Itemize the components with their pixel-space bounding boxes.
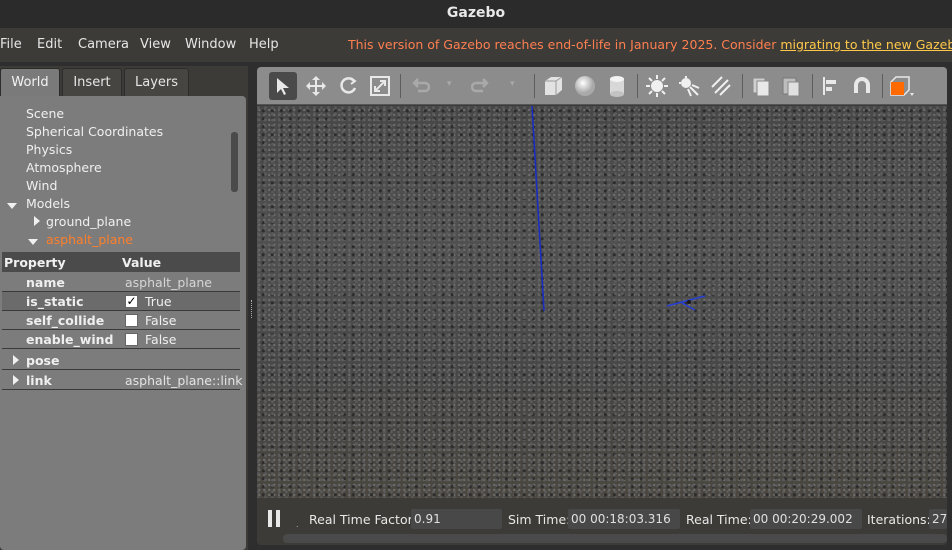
status-scrollbar[interactable] — [283, 534, 947, 543]
undo-dropdown-icon[interactable]: ▾ — [447, 79, 452, 89]
tree-item-models[interactable]: Models — [26, 196, 70, 211]
property-table-header: Property Value — [2, 252, 240, 272]
link-expand-icon[interactable] — [13, 375, 19, 385]
redo-icon[interactable] — [468, 72, 496, 100]
tree-item-asphalt-plane[interactable]: asphalt_plane — [46, 232, 133, 247]
tab-world[interactable]: World — [0, 68, 60, 97]
tree-item-atmosphere[interactable]: Atmosphere — [26, 160, 102, 175]
sim-time-field: 00 00:18:03.316 — [568, 509, 680, 529]
pause-bar — [276, 510, 280, 527]
tree-item-spherical-coordinates[interactable]: Spherical Coordinates — [26, 124, 163, 139]
value-column-header: Value — [122, 255, 162, 270]
row-divider — [2, 369, 240, 370]
tab-layers[interactable]: Layers — [124, 68, 189, 97]
tree-item-scene[interactable]: Scene — [26, 106, 64, 121]
is-static-checkbox[interactable]: ✓ — [125, 295, 138, 308]
property-key: pose — [26, 353, 60, 368]
align-icon[interactable] — [817, 72, 845, 100]
translate-icon[interactable] — [302, 72, 330, 100]
window-title: Gazebo — [0, 0, 952, 28]
scale-icon[interactable] — [366, 72, 394, 100]
property-row-self-collide: self_collide False — [2, 311, 240, 330]
property-key: is_static — [26, 294, 84, 309]
asphalt-scene[interactable] — [257, 106, 947, 498]
iterations-field: 27 — [929, 509, 947, 529]
property-value: False — [145, 313, 177, 328]
eol-notice: This version of Gazebo reaches end-of-li… — [348, 37, 952, 52]
sim-time-label: Sim Time: — [508, 512, 571, 527]
property-key: link — [26, 373, 52, 388]
property-row-is-static: is_static ✓ True — [2, 292, 240, 311]
property-value: False — [145, 332, 177, 347]
property-group-link[interactable]: link asphalt_plane::link — [2, 371, 243, 390]
enable-wind-checkbox[interactable] — [125, 333, 138, 346]
toolbar-separator — [637, 74, 638, 98]
toolbar-separator — [534, 74, 535, 98]
property-key: enable_wind — [26, 332, 114, 347]
menu-edit[interactable]: Edit — [37, 37, 62, 52]
property-value[interactable]: asphalt_plane — [125, 275, 212, 290]
property-group-pose[interactable]: pose — [2, 351, 240, 370]
real-time-factor-label: Real Time Factor: — [309, 512, 417, 527]
menu-file[interactable]: File — [0, 37, 22, 52]
property-value: True — [145, 294, 172, 309]
select-arrow-icon[interactable] — [269, 72, 297, 100]
render-viewport: ▾ ▾ — [257, 67, 947, 545]
menubar: File Edit Camera View Window Help This v… — [0, 28, 952, 62]
toolbar-separator — [812, 74, 813, 98]
box-icon[interactable] — [539, 72, 567, 100]
rotate-icon[interactable] — [334, 72, 362, 100]
sphere-icon[interactable] — [571, 72, 599, 100]
magnet-icon[interactable] — [848, 72, 876, 100]
property-key: self_collide — [26, 313, 105, 328]
z-axis-line — [531, 106, 545, 312]
tree-item-ground-plane[interactable]: ground_plane — [46, 214, 131, 229]
iterations-label: Iterations: — [867, 512, 931, 527]
redo-dropdown-icon[interactable]: ▾ — [510, 79, 515, 89]
menu-view[interactable]: View — [140, 37, 171, 52]
undo-icon[interactable] — [405, 72, 433, 100]
pause-bar — [268, 510, 272, 527]
models-expand-icon[interactable] — [7, 203, 17, 209]
property-row-name: name asphalt_plane — [2, 273, 240, 292]
row-divider — [2, 348, 240, 349]
menu-window[interactable]: Window — [185, 37, 236, 52]
menu-help[interactable]: Help — [249, 37, 279, 52]
real-time-field: 00 00:20:29.002 — [750, 509, 862, 529]
cylinder-icon[interactable] — [603, 72, 631, 100]
tab-insert[interactable]: Insert — [62, 68, 122, 97]
ground-plane-expand-icon[interactable] — [34, 216, 40, 226]
view-angle-icon[interactable] — [887, 72, 915, 100]
spot-light-icon[interactable] — [675, 72, 703, 100]
pause-button[interactable] — [268, 510, 282, 527]
eol-migrate-link[interactable]: migrating to the new Gazebo — [780, 37, 952, 52]
property-column-header: Property — [4, 255, 66, 270]
eol-notice-text: This version of Gazebo reaches end-of-li… — [348, 37, 781, 52]
model-origin-marker — [666, 295, 706, 311]
paste-icon[interactable] — [777, 72, 805, 100]
property-key: name — [26, 275, 65, 290]
menu-camera[interactable]: Camera — [78, 37, 129, 52]
toolbar-separator — [400, 74, 401, 98]
tree-scrollbar[interactable] — [231, 132, 238, 192]
panel-splitter-handle[interactable] — [251, 300, 253, 318]
row-divider — [2, 389, 240, 390]
self-collide-checkbox[interactable] — [125, 314, 138, 327]
tree-item-wind[interactable]: Wind — [26, 178, 57, 193]
real-time-factor-field: 0.91 — [411, 509, 502, 529]
step-dot-icon[interactable]: . — [296, 520, 299, 529]
asphalt-plane-expand-icon[interactable] — [28, 239, 38, 245]
pose-expand-icon[interactable] — [13, 355, 19, 365]
point-light-icon[interactable] — [643, 72, 671, 100]
property-row-enable-wind: enable_wind False — [2, 330, 240, 349]
copy-icon[interactable] — [747, 72, 775, 100]
directional-light-icon[interactable] — [707, 72, 735, 100]
toolbar-separator — [882, 74, 883, 98]
tree-item-physics[interactable]: Physics — [26, 142, 72, 157]
property-value: asphalt_plane::link — [125, 373, 243, 388]
main-toolbar: ▾ ▾ — [257, 67, 947, 105]
toolbar-separator — [742, 74, 743, 98]
real-time-label: Real Time: — [686, 512, 752, 527]
